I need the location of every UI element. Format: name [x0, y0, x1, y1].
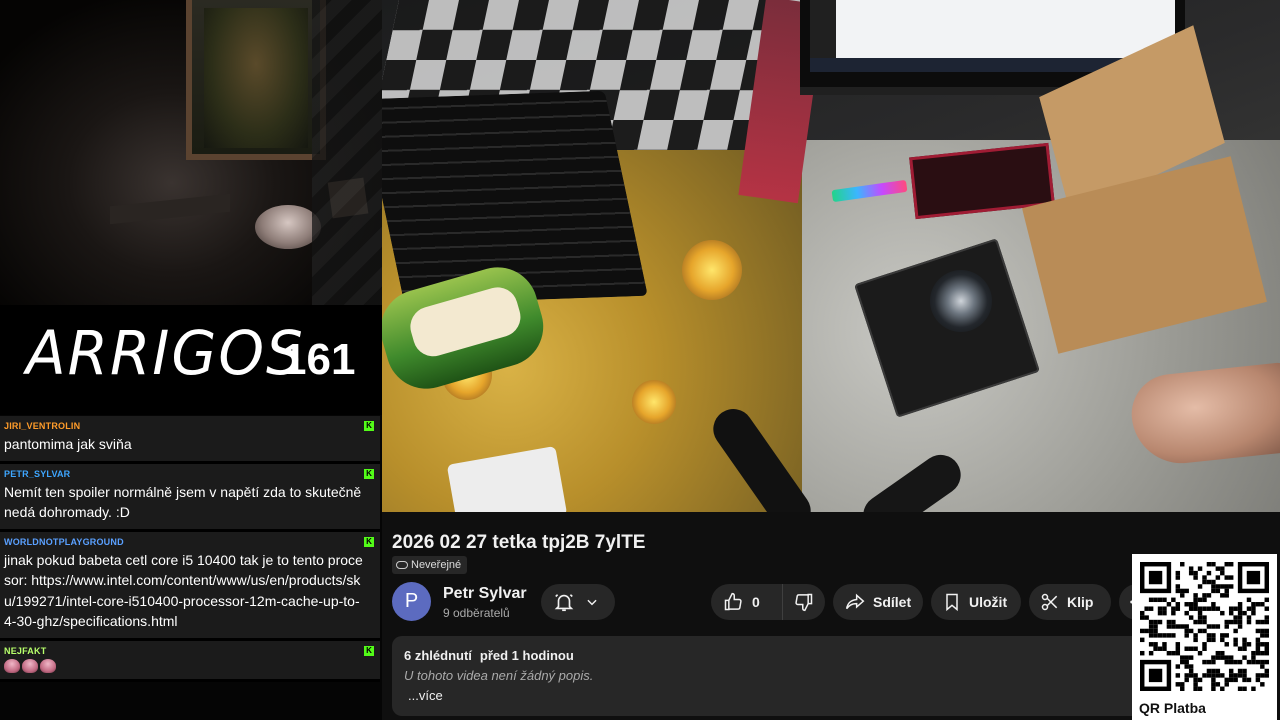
chat-author: PETR_SYLVAR [4, 468, 71, 479]
kick-platform-icon: K [364, 468, 374, 479]
thumbs-down-icon [795, 593, 813, 612]
bell-icon [554, 594, 574, 612]
episode-number: 161 [282, 335, 356, 384]
kick-platform-icon: K [364, 536, 374, 547]
qr-payment-card: QR Platba [1132, 554, 1277, 720]
subscriber-count: 9 odběratelů [443, 606, 510, 620]
video-title: 2026 02 27 tetka tpj2B 7ylTE [392, 532, 646, 553]
save-label: Uložit [969, 594, 1008, 610]
save-button[interactable]: Uložit [931, 584, 1021, 620]
logo-text: ARRIGOS [26, 317, 305, 389]
chat-message: WORLDNOTPLAYGROUND jinak pokud babeta ce… [0, 531, 380, 641]
chat-emotes [4, 658, 364, 673]
visibility-badge: Neveřejné [392, 556, 468, 574]
webcam-feed [0, 0, 382, 305]
chat-text: Nemít ten spoiler normálně jsem v napětí… [4, 483, 362, 521]
stream-overlay-left: ARRIGOS 161 JIRI_VENTROLIN pantomima jak… [0, 0, 382, 720]
visibility-label: Neveřejné [411, 559, 462, 571]
video-cpu-cooler [930, 270, 992, 332]
bookmark-icon [946, 593, 958, 612]
chat-panel: JIRI_VENTROLIN pantomima jak sviňa K PET… [0, 416, 380, 716]
qr-label: QR Platba [1139, 700, 1206, 716]
view-count: 6 zhlédnutí [404, 648, 472, 663]
chat-message: JIRI_VENTROLIN pantomima jak sviňa K [0, 416, 380, 464]
like-dislike-group: 0 [711, 584, 825, 620]
avatar[interactable]: P [392, 582, 431, 621]
video-cardboard-box [1022, 25, 1267, 354]
link-icon [396, 561, 408, 569]
webcam-acoustic-panels [312, 0, 382, 305]
emote-icon [22, 658, 38, 673]
channel-name[interactable]: Petr Sylvar [443, 585, 527, 603]
share-label: Sdílet [873, 594, 912, 610]
thumbs-up-icon [724, 592, 742, 611]
chat-author: JIRI_VENTROLIN [4, 421, 81, 431]
clip-label: Klip [1067, 594, 1094, 610]
chat-author: NEJFAKT [4, 645, 47, 656]
clip-button[interactable]: Klip [1029, 584, 1111, 620]
share-icon [845, 593, 865, 610]
dislike-button[interactable] [783, 584, 825, 620]
emote-icon [4, 658, 20, 673]
chat-text: jinak pokud babeta cetl core i5 10400 ta… [4, 551, 363, 630]
webcam-shelf [110, 193, 230, 225]
emote-icon [40, 658, 56, 673]
share-button[interactable]: Sdílet [833, 584, 923, 620]
chevron-down-icon [587, 599, 597, 606]
upload-date: před 1 hodinou [479, 648, 574, 663]
webcam-picture-frame [186, 0, 326, 160]
chat-text: pantomima jak sviňa [4, 436, 132, 452]
chat-message: NEJFAKT K [0, 640, 380, 682]
like-button[interactable]: 0 [711, 584, 783, 620]
kick-platform-icon: K [364, 421, 374, 431]
qr-code [1140, 562, 1269, 691]
notification-bell-button[interactable] [541, 584, 615, 620]
scissors-icon [1041, 593, 1058, 611]
kick-platform-icon: K [364, 645, 374, 656]
like-count: 0 [752, 594, 760, 610]
video-player[interactable] [382, 0, 1280, 512]
screen: ARRIGOS 161 JIRI_VENTROLIN pantomima jak… [0, 0, 1280, 720]
chat-message: PETR_SYLVAR Nemít ten spoiler normálně j… [0, 463, 380, 532]
channel-logo: ARRIGOS 161 [0, 305, 382, 415]
chat-author: WORLDNOTPLAYGROUND [4, 536, 124, 547]
